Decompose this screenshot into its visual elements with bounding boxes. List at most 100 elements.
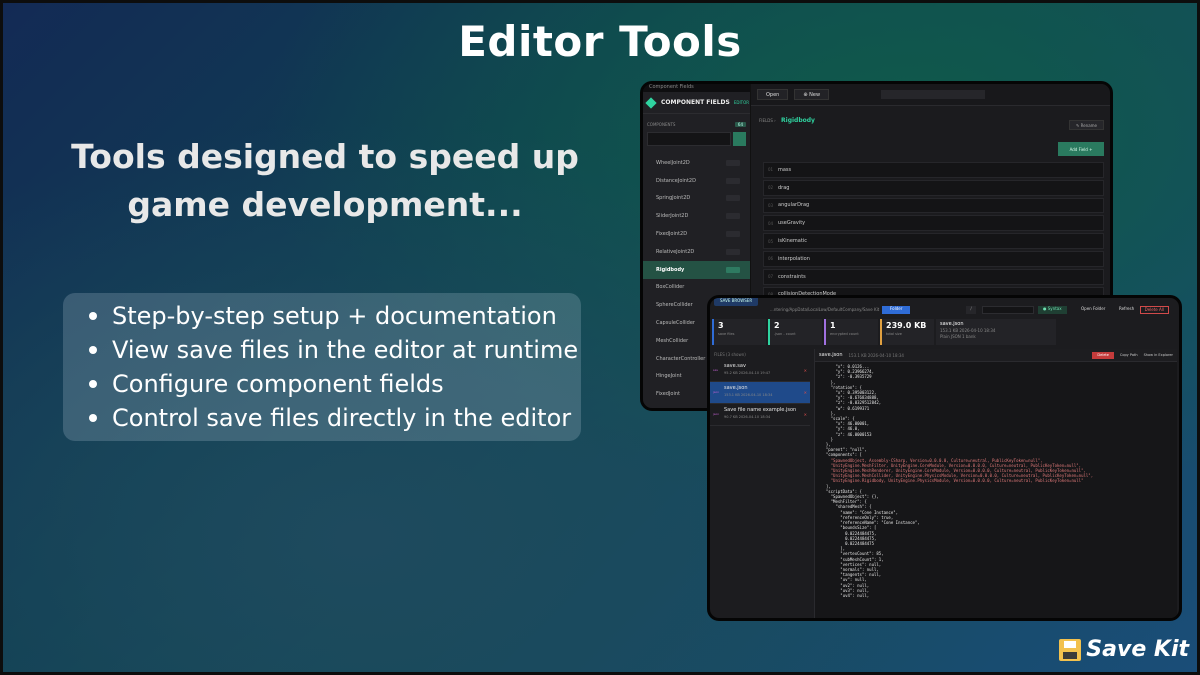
stat-card: 239.0 KB total size: [880, 319, 934, 345]
components-count: 64: [734, 122, 746, 127]
field-number: 02: [768, 185, 774, 191]
field-row[interactable]: 05 isKinematic: [763, 233, 1104, 249]
component-tag: [726, 213, 740, 220]
json-code-view[interactable]: "x": 0.0126... "y": 0.23966274, "z": -0.…: [815, 362, 1177, 600]
component-name: FixedJoint2D: [656, 231, 688, 238]
new-label: New: [809, 91, 821, 98]
app-header: COMPONENT FIELDS EDITOR: [643, 92, 750, 114]
component-name: Rigidbody: [656, 266, 685, 273]
promo-canvas: Editor Tools Tools designed to speed up …: [3, 3, 1197, 672]
field-row[interactable]: 06 interpolation: [763, 250, 1104, 267]
component-list-item[interactable]: WheelJoint2D: [643, 154, 750, 172]
editor-file-meta: 153.1 KB 2026-04-10 18:34: [848, 352, 904, 358]
field-name: interpolation: [778, 255, 810, 262]
components-header: COMPONENTS 64: [643, 114, 750, 130]
component-list-item[interactable]: SpringJoint2D: [643, 190, 750, 208]
component-name: CharacterController: [656, 355, 706, 362]
feature-text: Configure component fields: [112, 370, 444, 398]
stat-label: total size: [886, 332, 902, 336]
app-badge: EDITOR: [733, 100, 750, 105]
page-title: Editor Tools: [458, 17, 742, 66]
bullet-icon: [89, 414, 97, 422]
info-file-name: save.json: [940, 321, 964, 327]
file-list: sav save.sav 95.2 KB 2026-04-10 19:47 ✕ json…: [710, 360, 810, 426]
bullet-icon: [89, 346, 97, 354]
stat-card: 3 save files: [712, 319, 766, 345]
file-name: Save file name example.json: [724, 407, 797, 413]
component-name: CapsuleCollider: [656, 320, 695, 327]
feature-item: Control save files directly in the edito…: [77, 401, 581, 435]
field-number: 04: [768, 220, 774, 226]
refresh-button[interactable]: Refresh: [1116, 306, 1137, 314]
field-row[interactable]: 02 drag: [763, 179, 1104, 196]
file-type-badge: sav: [713, 368, 719, 372]
field-number: 03: [768, 202, 774, 208]
stat-label: .json - count: [774, 332, 796, 336]
file-name: save.json: [724, 385, 748, 391]
editor-header: save.json 153.1 KB 2026-04-10 18:34 Dele…: [815, 349, 1177, 362]
component-tag: [726, 177, 740, 184]
field-name: constraints: [778, 273, 806, 280]
delete-button[interactable]: Delete: [1092, 351, 1114, 359]
field-list: 01 mass 02 drag 03 angularDrag 04 useGravity 05 i…: [763, 162, 1104, 304]
save-browser-window: SAVE BROWSER ...ntering/AppData/LocalLow…: [707, 295, 1182, 621]
component-search-input[interactable]: [647, 132, 731, 146]
component-list-item[interactable]: RelativeJoint2D: [643, 243, 750, 261]
brand: Save Kit: [1059, 637, 1189, 662]
stat-label: encrypted count: [830, 332, 859, 336]
feature-item: View save files in the editor at runtime: [77, 333, 581, 367]
file-meta: 90.7 KB 2026-04-10 18:34: [724, 415, 771, 419]
component-list-item[interactable]: BoxCollider: [643, 279, 750, 297]
new-button[interactable]: ⊕ New: [794, 89, 830, 100]
component-search: [647, 132, 746, 146]
folder-button[interactable]: Folder: [882, 306, 911, 314]
copy-path-button[interactable]: Copy Path: [1120, 353, 1138, 357]
add-component-button[interactable]: [733, 132, 746, 146]
open-folder-button[interactable]: Open Folder: [1078, 306, 1108, 314]
window-strip: Component Fields: [643, 84, 750, 92]
stat-card: 1 encrypted count: [824, 319, 878, 345]
component-list-item[interactable]: DistanceJoint2D: [643, 172, 750, 190]
stat-value: 2: [774, 321, 780, 330]
syntax-toggle[interactable]: ● Syntax: [1038, 306, 1067, 314]
file-list-item[interactable]: sav save.sav 95.2 KB 2026-04-10 19:47 ✕: [710, 360, 810, 382]
component-name: RelativeJoint2D: [656, 248, 695, 255]
stat-value: 239.0 KB: [886, 321, 927, 330]
feature-text: Step-by-step setup + documentation: [112, 302, 557, 330]
app-title: COMPONENT FIELDS: [661, 99, 730, 106]
file-meta: 95.2 KB 2026-04-10 19:47: [724, 371, 771, 375]
component-tag: [726, 266, 740, 273]
file-list-item[interactable]: json Save file name example.json 90.7 KB 2…: [710, 404, 810, 426]
bullet-icon: [89, 312, 97, 320]
delete-file-icon[interactable]: ✕: [804, 412, 807, 417]
tab-save-browser[interactable]: SAVE BROWSER: [714, 298, 759, 306]
file-type-badge: json: [713, 412, 720, 416]
field-row[interactable]: 01 mass: [763, 162, 1104, 178]
toolbar-search-input[interactable]: [881, 90, 986, 99]
component-list-item[interactable]: Rigidbody: [643, 260, 750, 279]
floppy-disk-icon: [1059, 638, 1082, 661]
rename-button[interactable]: ✎ Rename: [1068, 120, 1104, 130]
field-row[interactable]: 04 useGravity: [763, 215, 1104, 232]
add-field-button[interactable]: Add Field +: [1058, 142, 1104, 156]
delete-all-button[interactable]: Delete All: [1139, 306, 1169, 314]
filter-icon[interactable]: /: [966, 306, 976, 314]
component-name: SpringJoint2D: [656, 195, 691, 202]
file-list-item[interactable]: json save.json 153.1 KB 2026-04-10 18:34 ✕: [710, 382, 810, 404]
field-row[interactable]: 07 constraints: [763, 268, 1104, 285]
delete-file-icon[interactable]: ✕: [804, 390, 807, 395]
file-editor: save.json 153.1 KB 2026-04-10 18:34 Dele…: [814, 349, 1177, 618]
file-type-badge: json: [713, 390, 720, 394]
field-row[interactable]: 03 angularDrag: [763, 197, 1104, 214]
bullet-icon: [89, 380, 97, 388]
delete-file-icon[interactable]: ✕: [804, 368, 807, 373]
file-meta: 153.1 KB 2026-04-10 18:34: [724, 393, 773, 397]
file-search-input[interactable]: [982, 306, 1034, 314]
component-list-item[interactable]: FixedJoint2D: [643, 225, 750, 243]
add-field-label: Add Field: [1069, 146, 1088, 152]
field-number: 07: [768, 274, 774, 280]
component-list-item[interactable]: SliderJoint2D: [643, 207, 750, 225]
show-in-explorer-button[interactable]: Show in Explorer: [1144, 353, 1173, 357]
open-button[interactable]: Open: [757, 89, 789, 100]
feature-text: View save files in the editor at runtime: [112, 336, 579, 364]
